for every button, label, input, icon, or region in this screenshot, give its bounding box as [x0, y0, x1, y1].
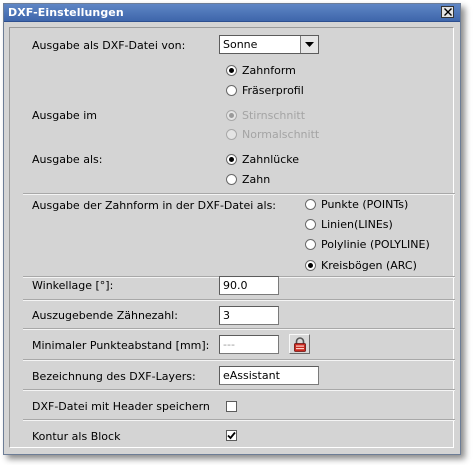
- radio-fraeserprofil[interactable]: [226, 85, 237, 96]
- title-bar[interactable]: DXF-Einstellungen: [4, 4, 460, 22]
- radio-label-points[interactable]: Punkte (POINTs): [321, 198, 408, 211]
- output-in-label: Ausgabe im: [32, 109, 97, 122]
- separator: [23, 359, 455, 361]
- radio-label-stirnschnitt: Stirnschnitt: [242, 109, 306, 122]
- save-with-header-label: DXF-Datei mit Header speichern: [32, 400, 210, 413]
- dropdown-arrow-icon: [305, 42, 314, 47]
- radio-zahnluecke[interactable]: [226, 154, 237, 165]
- separator: [23, 299, 455, 301]
- radio-label-arc[interactable]: Kreisbögen (ARC): [321, 259, 417, 272]
- radio-label-zahnluecke[interactable]: Zahnlücke: [242, 153, 299, 166]
- separator: [23, 193, 455, 195]
- export-source-label: Ausgabe als DXF-Datei von:: [32, 39, 186, 52]
- close-button[interactable]: [441, 6, 454, 18]
- radio-zahnform[interactable]: [226, 65, 237, 76]
- save-with-header-checkbox[interactable]: [226, 401, 237, 412]
- lock-icon: [294, 337, 306, 352]
- dropdown-button[interactable]: [300, 36, 318, 53]
- tooth-form-output-label: Ausgabe der Zahnform in der DXF-Datei al…: [32, 199, 277, 212]
- angle-position-input[interactable]: 90.0: [219, 276, 279, 295]
- close-icon: [444, 8, 452, 16]
- export-source-dropdown[interactable]: Sonne: [219, 35, 319, 54]
- min-point-distance-input[interactable]: ---: [219, 335, 279, 354]
- separator: [23, 419, 455, 421]
- tooth-count-input[interactable]: 3: [219, 306, 279, 325]
- lock-button[interactable]: [289, 334, 310, 354]
- radio-lines[interactable]: [305, 219, 316, 230]
- radio-polyline[interactable]: [305, 239, 316, 250]
- layer-name-input[interactable]: eAssistant: [219, 366, 319, 385]
- export-source-value: Sonne: [223, 38, 258, 51]
- min-point-distance-label: Minimaler Punkteabstand [mm]:: [32, 339, 210, 352]
- contour-as-block-label: Kontur als Block: [32, 430, 121, 443]
- radio-label-normalschnitt: Normalschnitt: [242, 128, 320, 141]
- contour-as-block-checkbox[interactable]: [226, 430, 237, 441]
- layer-name-label: Bezeichnung des DXF-Layers:: [32, 370, 196, 383]
- radio-normalschnitt: [226, 129, 237, 140]
- radio-label-zahn[interactable]: Zahn: [242, 173, 270, 186]
- radio-label-polyline[interactable]: Polylinie (POLYLINE): [321, 238, 430, 251]
- output-as-label: Ausgabe als:: [32, 153, 103, 166]
- radio-zahn[interactable]: [226, 174, 237, 185]
- window-title: DXF-Einstellungen: [8, 6, 124, 19]
- radio-points[interactable]: [305, 199, 316, 210]
- angle-position-label: Winkellage [°]:: [32, 279, 114, 292]
- tooth-count-label: Auszugebende Zähnezahl:: [32, 309, 178, 322]
- radio-label-lines[interactable]: Linien(LINEs): [321, 218, 393, 231]
- radio-label-zahnform[interactable]: Zahnform: [242, 64, 296, 77]
- checkmark-icon: [227, 431, 236, 440]
- radio-arc[interactable]: [305, 260, 316, 271]
- separator: [23, 328, 455, 330]
- radio-label-fraeserprofil[interactable]: Fräserprofil: [242, 84, 304, 97]
- separator: [23, 389, 455, 391]
- radio-stirnschnitt: [226, 110, 237, 121]
